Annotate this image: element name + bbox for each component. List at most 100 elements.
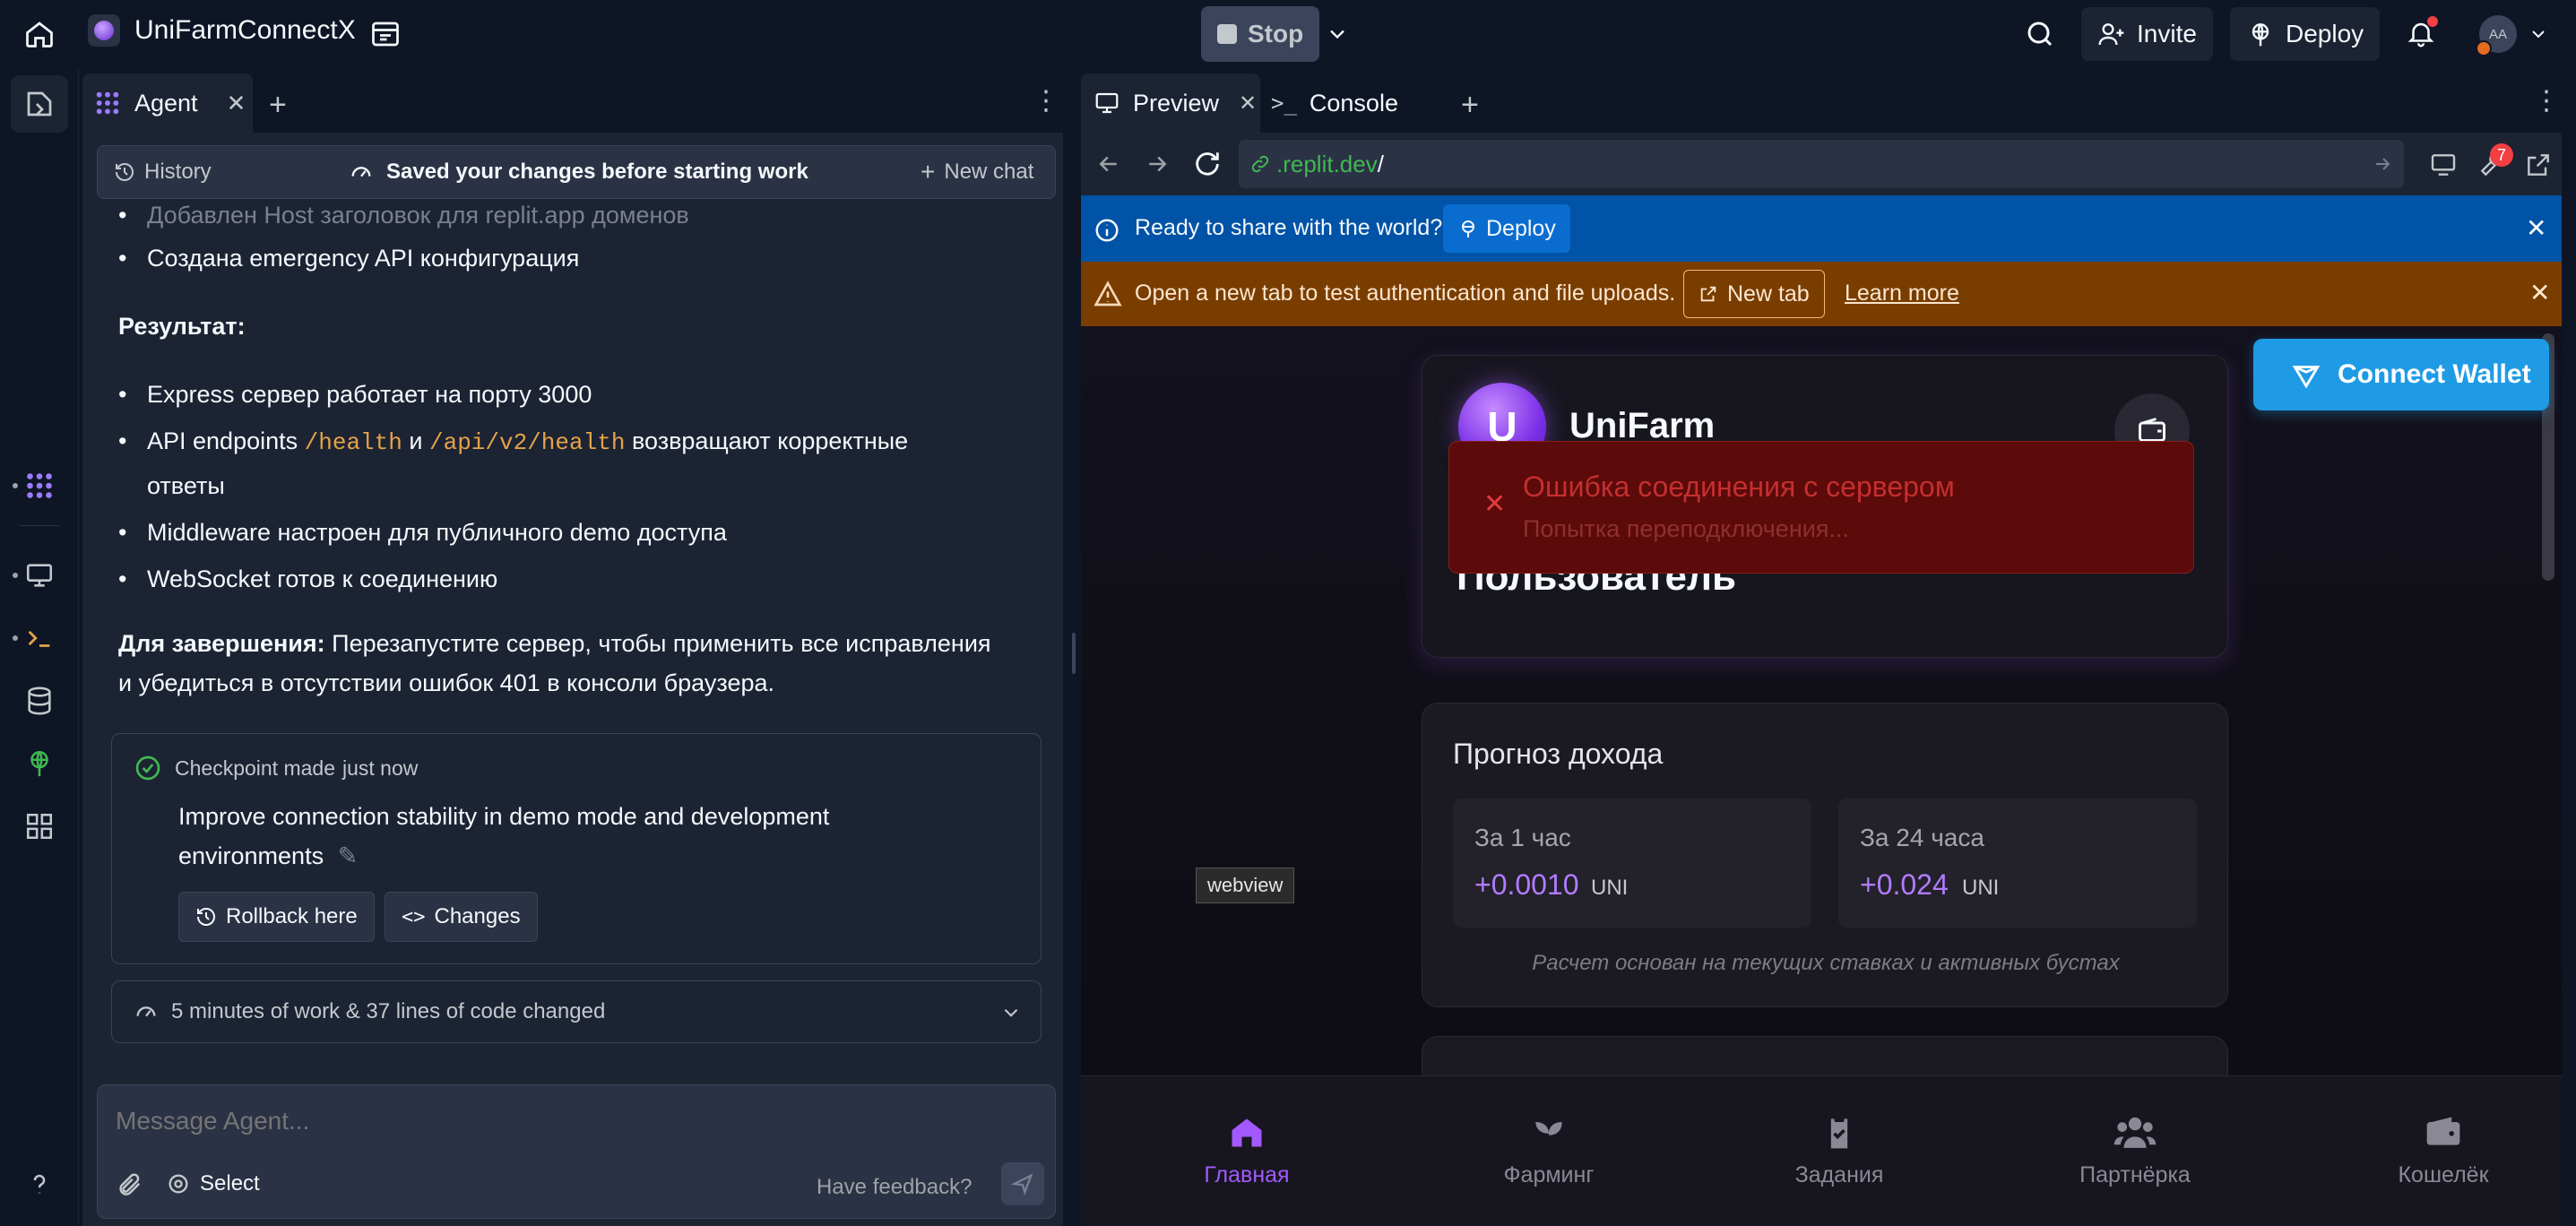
link-icon (1251, 155, 1269, 173)
close-tab-icon[interactable]: ✕ (227, 90, 246, 117)
forecast-card: Прогноз дохода За 1 час +0.0010 UNI За 2… (1422, 703, 2228, 1007)
add-tab-plus-icon[interactable]: + (269, 88, 287, 123)
rollback-button[interactable]: Rollback here (178, 892, 375, 942)
stop-icon (1217, 24, 1237, 44)
gauge-icon (136, 1006, 156, 1017)
deploy-icon (1462, 220, 1474, 237)
tab-preview[interactable]: Preview ✕ (1081, 73, 1260, 133)
agent-more-options-icon[interactable]: ⋮ (1033, 88, 1059, 115)
nav-item-farming[interactable]: Фарминг (1459, 1112, 1638, 1188)
nav-item-home[interactable]: Главная (1171, 1112, 1323, 1188)
avatar[interactable]: AA (2476, 15, 2517, 56)
edit-pencil-icon[interactable]: ✎ (338, 842, 359, 869)
all-tools-grid-icon[interactable] (20, 807, 59, 846)
results-list: Express сервер работает на порту 3000 AP… (118, 373, 1050, 600)
history-button[interactable]: History (114, 146, 212, 198)
checkpoint-card: Checkpoint made just now Improve connect… (111, 733, 1042, 964)
history-icon (116, 163, 134, 181)
work-summary-bar[interactable]: 5 minutes of work & 37 lines of code cha… (111, 980, 1042, 1043)
list-item: API endpoints /health и /api/v2/health в… (118, 419, 1050, 507)
panel-resize-handle[interactable] (1072, 633, 1076, 674)
deployments-icon[interactable] (20, 744, 59, 783)
preview-monitor-icon[interactable] (20, 556, 59, 595)
send-icon (1010, 1173, 1033, 1196)
notification-dot (2427, 16, 2438, 27)
send-button[interactable] (1001, 1162, 1044, 1205)
deploy-icon (2252, 23, 2269, 47)
message-input[interactable] (116, 1101, 1030, 1141)
project-switcher[interactable]: UniFarmConnectX (88, 14, 356, 47)
saved-notice: Saved your changes before starting work (349, 146, 808, 198)
forecast-title: Прогноз дохода (1453, 738, 1664, 770)
learn-more-link[interactable]: Learn more (1845, 281, 1959, 306)
tab-agent[interactable]: Agent ✕ (82, 73, 253, 133)
nav-item-wallet[interactable]: Кошелёк (2354, 1112, 2533, 1188)
console-active-dot (13, 635, 18, 641)
auth-banner-text: Open a new tab to test authentication an… (1135, 281, 1676, 306)
terminal-icon: >_ (1271, 91, 1297, 116)
attach-paperclip-icon[interactable] (116, 1171, 143, 1198)
url-field[interactable]: .replit.dev / (1239, 140, 2404, 188)
top-bar: UniFarmConnectX Stop Invite Deploy AA (0, 0, 2576, 68)
message-composer: Select Have feedback? (97, 1084, 1056, 1219)
list-item: Добавлен Host заголовок для replit.app д… (118, 194, 1050, 237)
forecast-24h-tile: За 24 часа +0.024 UNI (1838, 799, 2197, 928)
sprout-icon (1535, 1122, 1562, 1149)
add-user-icon (2098, 23, 2124, 46)
users-icon (2114, 1117, 2157, 1148)
devtools-badge: 7 (2490, 143, 2513, 167)
inline-code: /health (304, 429, 402, 456)
list-item: Express сервер работает на порту 3000 (118, 373, 1050, 416)
webview-tooltip: webview (1196, 868, 1295, 903)
project-logo-icon (88, 14, 120, 47)
deploy-button[interactable]: Deploy (2230, 7, 2381, 61)
notifications-bell-icon[interactable] (2406, 16, 2438, 50)
preview-tab-bar: Preview ✕ >_ Console + ⋮ (1081, 73, 2562, 133)
forward-arrow-icon[interactable] (1144, 151, 1171, 177)
wallet-icon (2426, 1117, 2460, 1145)
files-panel-button[interactable] (11, 75, 68, 133)
history-icon (197, 908, 215, 926)
search-icon[interactable] (2024, 18, 2056, 50)
go-arrow-icon[interactable] (2372, 153, 2393, 175)
open-external-icon (1700, 286, 1716, 302)
database-icon[interactable] (20, 681, 59, 721)
close-tab-icon[interactable]: ✕ (1239, 91, 1257, 117)
close-banner-icon[interactable]: ✕ (2529, 278, 2550, 307)
open-external-icon[interactable] (2524, 151, 2553, 179)
files-icon (27, 91, 52, 117)
list-item: Создана emergency API конфигурация (118, 237, 1050, 280)
device-preview-icon[interactable] (2429, 151, 2458, 179)
avatar-chevron-down-icon[interactable] (2528, 23, 2549, 45)
clipboard-check-icon (1830, 1115, 1848, 1149)
reload-icon[interactable] (1192, 149, 1223, 179)
devtools-wrench-icon[interactable]: 7 (2474, 143, 2513, 179)
home-icon[interactable] (23, 18, 56, 50)
layout-icon[interactable] (369, 18, 402, 50)
run-options-chevron-down-icon[interactable] (1325, 22, 1350, 47)
code-brackets-icon: <> (402, 905, 426, 928)
close-banner-icon[interactable]: ✕ (2526, 213, 2546, 243)
feedback-link[interactable]: Have feedback? (817, 1175, 972, 1200)
back-arrow-icon[interactable] (1095, 151, 1122, 177)
nav-item-partners[interactable]: Партнёрка (2027, 1112, 2243, 1188)
agent-icon[interactable] (20, 466, 59, 505)
new-tab-button[interactable]: New tab (1683, 270, 1825, 318)
changes-button[interactable]: <> Changes (385, 892, 538, 942)
bottom-nav: Главная Фарминг Задания Партнёрка Кошелё… (1081, 1075, 2562, 1226)
inline-code: /api/v2/health (428, 429, 626, 456)
stop-button[interactable]: Stop (1201, 6, 1320, 62)
agent-message: Добавлен Host заголовок для replit.app д… (118, 194, 1050, 703)
connect-wallet-button[interactable]: Connect Wallet (2253, 339, 2549, 410)
preview-more-options-icon[interactable]: ⋮ (2533, 88, 2560, 115)
invite-button[interactable]: Invite (2081, 7, 2213, 61)
tab-console[interactable]: >_ Console (1271, 73, 1398, 133)
new-chat-button[interactable]: + New chat (921, 146, 1033, 198)
banner-deploy-button[interactable]: Deploy (1443, 204, 1570, 253)
nav-item-tasks[interactable]: Задания (1750, 1112, 1929, 1188)
forecast-1h-tile: За 1 час +0.0010 UNI (1453, 799, 1811, 928)
add-tab-plus-icon[interactable]: + (1461, 88, 1479, 123)
console-terminal-icon[interactable] (20, 618, 59, 658)
select-element-button[interactable]: Select (166, 1171, 260, 1196)
help-icon[interactable] (20, 1165, 59, 1204)
